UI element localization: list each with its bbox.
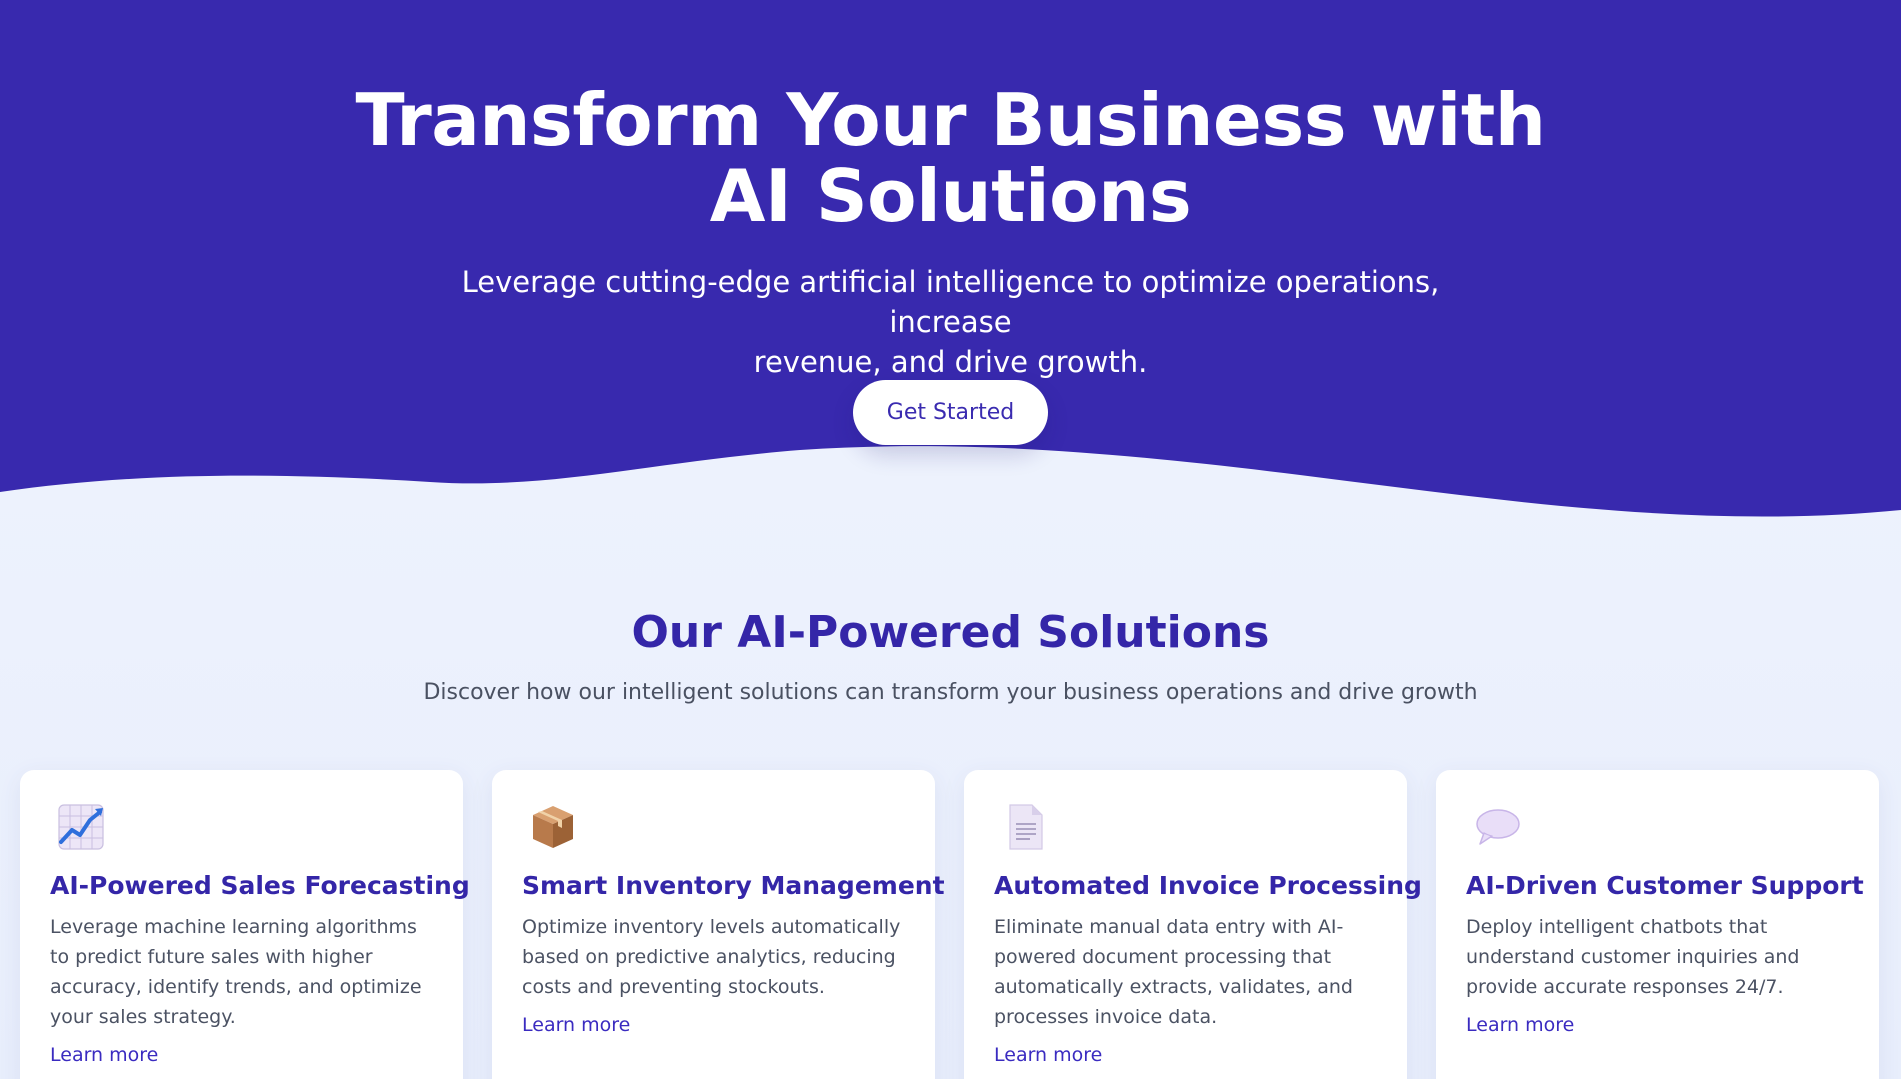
learn-more-link-inventory-management[interactable]: Learn more	[522, 1010, 630, 1040]
card-title: Automated Invoice Processing	[994, 871, 1422, 900]
hero-title-line-1: Transform Your Business with	[355, 78, 1546, 162]
hero-section: Transform Your Business with AI Solution…	[0, 0, 1901, 540]
card-title: AI-Powered Sales Forecasting	[50, 871, 470, 900]
landing-page: Transform Your Business with AI Solution…	[0, 0, 1901, 1079]
solution-card-invoice-processing: Automated Invoice Processing Eliminate m…	[964, 770, 1422, 1079]
hero-subtitle-line-2: revenue, and drive growth.	[753, 345, 1148, 379]
get-started-button[interactable]: Get Started	[853, 380, 1048, 445]
card-description: Deploy intelligent chatbots that underst…	[1466, 916, 1800, 998]
hero-subtitle: Leverage cutting-edge artificial intelli…	[420, 262, 1481, 382]
solutions-subtitle: Discover how our intelligent solutions c…	[423, 680, 1478, 705]
card-description: Leverage machine learning algorithms to …	[50, 916, 422, 1028]
chart-increasing-icon	[58, 804, 104, 850]
speech-bubble-icon	[1476, 809, 1520, 845]
card-title: AI-Driven Customer Support	[1466, 871, 1864, 900]
document-icon	[1009, 804, 1043, 850]
learn-more-link-customer-support[interactable]: Learn more	[1466, 1010, 1574, 1040]
card-description: Optimize inventory levels automatically …	[522, 916, 901, 998]
solutions-card-grid: AI-Powered Sales Forecasting Leverage ma…	[20, 770, 1881, 1079]
package-box-icon	[533, 806, 573, 848]
solutions-title: Our AI-Powered Solutions	[631, 607, 1270, 658]
solution-card-sales-forecasting: AI-Powered Sales Forecasting Leverage ma…	[20, 770, 470, 1079]
learn-more-link-invoice-processing[interactable]: Learn more	[994, 1040, 1102, 1070]
learn-more-link-sales-forecasting[interactable]: Learn more	[50, 1040, 158, 1070]
hero-subtitle-line-1: Leverage cutting-edge artificial intelli…	[461, 265, 1440, 339]
solution-card-customer-support: AI-Driven Customer Support Deploy intell…	[1436, 770, 1879, 1079]
hero-title: Transform Your Business with AI Solution…	[300, 82, 1601, 234]
hero-title-line-2: AI Solutions	[709, 154, 1192, 238]
card-description: Eliminate manual data entry with AI-powe…	[994, 916, 1353, 1028]
card-title: Smart Inventory Management	[522, 871, 945, 900]
solution-card-inventory-management: Smart Inventory Management Optimize inve…	[492, 770, 945, 1079]
